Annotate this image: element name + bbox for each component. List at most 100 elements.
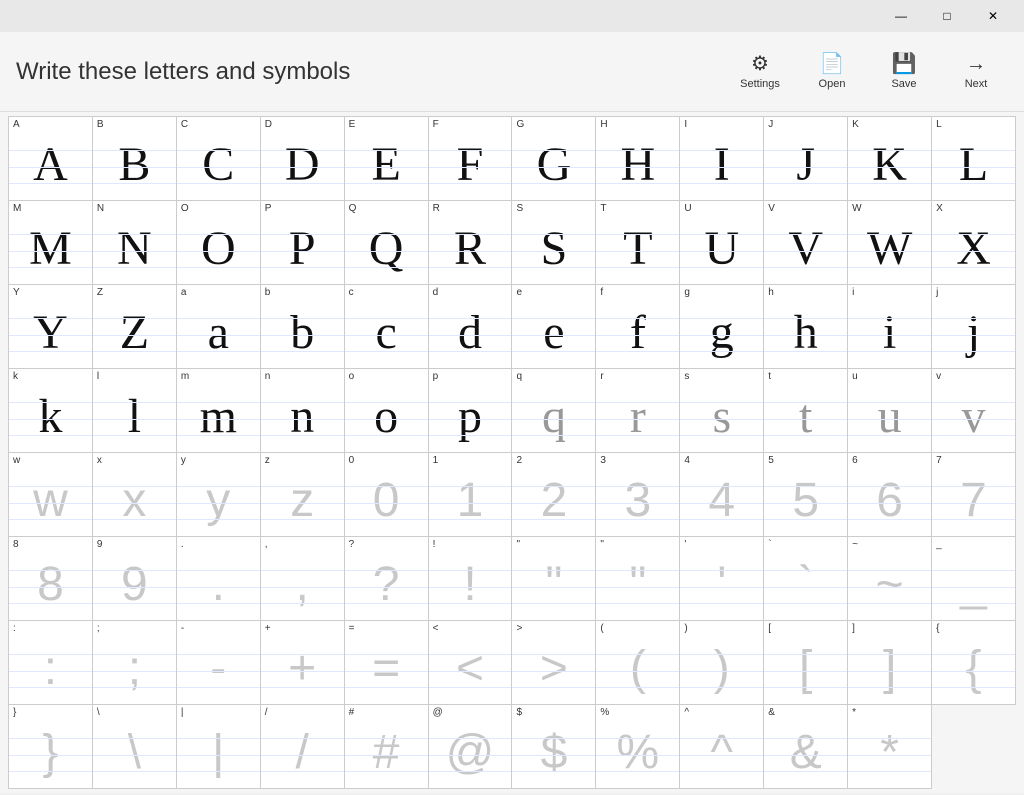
list-item[interactable]: __ bbox=[932, 537, 1016, 621]
list-item[interactable]: QQ bbox=[345, 201, 429, 285]
maximize-button[interactable]: □ bbox=[924, 0, 970, 32]
list-item[interactable]: 77 bbox=[932, 453, 1016, 537]
list-item[interactable]: kk bbox=[9, 369, 93, 453]
list-item[interactable]: "" bbox=[512, 537, 596, 621]
save-button[interactable]: 💾 Save bbox=[872, 42, 936, 102]
list-item[interactable]: ?? bbox=[345, 537, 429, 621]
list-item[interactable]: TT bbox=[596, 201, 680, 285]
close-button[interactable]: ✕ bbox=[970, 0, 1016, 32]
list-item[interactable]: << bbox=[429, 621, 513, 705]
list-item[interactable]: 11 bbox=[429, 453, 513, 537]
list-item[interactable]: [[ bbox=[764, 621, 848, 705]
list-item[interactable]: :: bbox=[9, 621, 93, 705]
list-item[interactable]: "" bbox=[596, 537, 680, 621]
list-item[interactable]: ~~ bbox=[848, 537, 932, 621]
list-item[interactable]: PP bbox=[261, 201, 345, 285]
list-item[interactable]: tt bbox=[764, 369, 848, 453]
list-item[interactable]: ## bbox=[345, 705, 429, 789]
next-button[interactable]: → Next bbox=[944, 42, 1008, 102]
list-item[interactable]: SS bbox=[512, 201, 596, 285]
list-item[interactable]: == bbox=[345, 621, 429, 705]
list-item[interactable]: 33 bbox=[596, 453, 680, 537]
list-item[interactable]: 22 bbox=[512, 453, 596, 537]
list-item[interactable]: ii bbox=[848, 285, 932, 369]
list-item[interactable]: EE bbox=[345, 117, 429, 201]
list-item[interactable]: jj bbox=[932, 285, 1016, 369]
list-item[interactable]: BB bbox=[93, 117, 177, 201]
list-item[interactable]: VV bbox=[764, 201, 848, 285]
list-item[interactable]: $$ bbox=[512, 705, 596, 789]
list-item[interactable]: FF bbox=[429, 117, 513, 201]
list-item[interactable]: 00 bbox=[345, 453, 429, 537]
list-item[interactable]: (( bbox=[596, 621, 680, 705]
list-item[interactable]: 99 bbox=[93, 537, 177, 621]
list-item[interactable]: ZZ bbox=[93, 285, 177, 369]
list-item[interactable]: ;; bbox=[93, 621, 177, 705]
minimize-button[interactable]: — bbox=[878, 0, 924, 32]
list-item[interactable]: uu bbox=[848, 369, 932, 453]
list-item[interactable]: '' bbox=[680, 537, 764, 621]
list-item[interactable]: {{ bbox=[932, 621, 1016, 705]
list-item[interactable]: ee bbox=[512, 285, 596, 369]
list-item[interactable]: // bbox=[261, 705, 345, 789]
list-item[interactable]: ww bbox=[9, 453, 93, 537]
list-item[interactable]: mm bbox=[177, 369, 261, 453]
list-item[interactable]: OO bbox=[177, 201, 261, 285]
list-item[interactable]: ll bbox=[93, 369, 177, 453]
list-item[interactable]: ,, bbox=[261, 537, 345, 621]
list-item[interactable]: RR bbox=[429, 201, 513, 285]
list-item[interactable]: .. bbox=[177, 537, 261, 621]
list-item[interactable]: @@ bbox=[429, 705, 513, 789]
list-item[interactable]: ** bbox=[848, 705, 932, 789]
list-item[interactable]: YY bbox=[9, 285, 93, 369]
list-item[interactable]: aa bbox=[177, 285, 261, 369]
list-item[interactable]: 66 bbox=[848, 453, 932, 537]
list-item[interactable]: >> bbox=[512, 621, 596, 705]
list-item[interactable]: rr bbox=[596, 369, 680, 453]
list-item[interactable]: \\ bbox=[93, 705, 177, 789]
list-item[interactable]: MM bbox=[9, 201, 93, 285]
list-item[interactable]: -- bbox=[177, 621, 261, 705]
list-item[interactable]: KK bbox=[848, 117, 932, 201]
list-item[interactable]: yy bbox=[177, 453, 261, 537]
list-item[interactable]: || bbox=[177, 705, 261, 789]
list-item[interactable]: )) bbox=[680, 621, 764, 705]
list-item[interactable]: ]] bbox=[848, 621, 932, 705]
list-item[interactable]: DD bbox=[261, 117, 345, 201]
list-item[interactable]: 88 bbox=[9, 537, 93, 621]
list-item[interactable]: hh bbox=[764, 285, 848, 369]
list-item[interactable]: cc bbox=[345, 285, 429, 369]
list-item[interactable]: !! bbox=[429, 537, 513, 621]
list-item[interactable]: ++ bbox=[261, 621, 345, 705]
list-item[interactable]: ^^ bbox=[680, 705, 764, 789]
list-item[interactable]: nn bbox=[261, 369, 345, 453]
list-item[interactable]: JJ bbox=[764, 117, 848, 201]
list-item[interactable]: 55 bbox=[764, 453, 848, 537]
list-item[interactable]: NN bbox=[93, 201, 177, 285]
list-item[interactable]: II bbox=[680, 117, 764, 201]
list-item[interactable]: LL bbox=[932, 117, 1016, 201]
settings-button[interactable]: ⚙ Settings bbox=[728, 42, 792, 102]
list-item[interactable]: CC bbox=[177, 117, 261, 201]
list-item[interactable]: xx bbox=[93, 453, 177, 537]
list-item[interactable]: ff bbox=[596, 285, 680, 369]
list-item[interactable]: ss bbox=[680, 369, 764, 453]
list-item[interactable]: && bbox=[764, 705, 848, 789]
list-item[interactable]: qq bbox=[512, 369, 596, 453]
list-item[interactable]: pp bbox=[429, 369, 513, 453]
list-item[interactable]: bb bbox=[261, 285, 345, 369]
list-item[interactable]: WW bbox=[848, 201, 932, 285]
list-item[interactable]: %% bbox=[596, 705, 680, 789]
list-item[interactable]: zz bbox=[261, 453, 345, 537]
list-item[interactable]: }} bbox=[9, 705, 93, 789]
list-item[interactable]: HH bbox=[596, 117, 680, 201]
list-item[interactable]: XX bbox=[932, 201, 1016, 285]
list-item[interactable]: `` bbox=[764, 537, 848, 621]
list-item[interactable]: UU bbox=[680, 201, 764, 285]
list-item[interactable]: 44 bbox=[680, 453, 764, 537]
list-item[interactable]: GG bbox=[512, 117, 596, 201]
list-item[interactable]: AA bbox=[9, 117, 93, 201]
list-item[interactable]: oo bbox=[345, 369, 429, 453]
open-button[interactable]: 📄 Open bbox=[800, 42, 864, 102]
list-item[interactable]: gg bbox=[680, 285, 764, 369]
